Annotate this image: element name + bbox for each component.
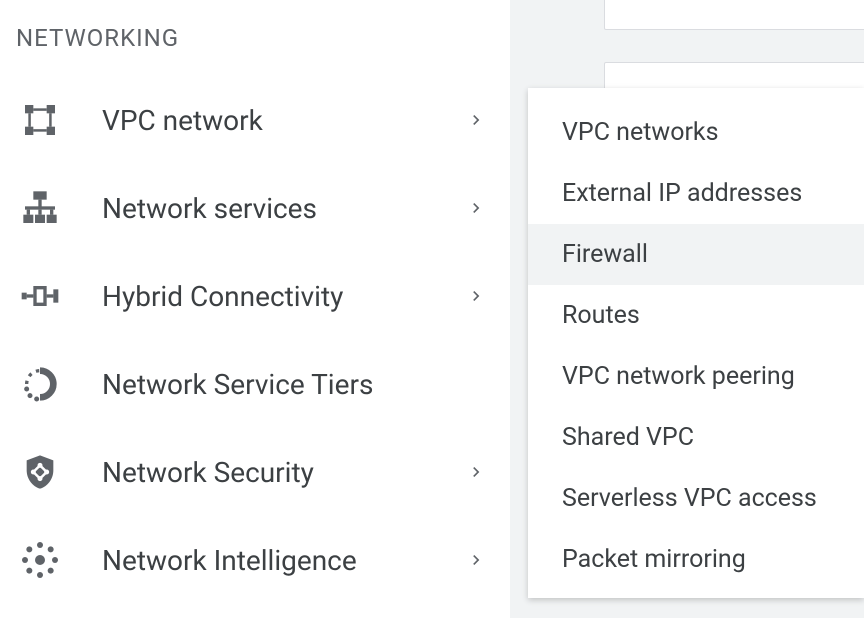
network-service-tiers-icon [18,362,62,406]
network-security-icon [18,450,62,494]
chevron-right-icon [462,106,490,134]
sidebar-item-label: Network Intelligence [102,544,462,577]
sidebar: NETWORKING VPC network Network services [0,0,510,618]
sidebar-item-label: VPC network [102,104,462,137]
sidebar-item-label: Network Security [102,456,462,489]
flyout-item-shared-vpc[interactable]: Shared VPC [528,407,864,468]
flyout-item-vpc-network-peering[interactable]: VPC network peering [528,346,864,407]
flyout-item-packet-mirroring[interactable]: Packet mirroring [528,529,864,590]
sidebar-item-network-intelligence[interactable]: Network Intelligence [0,516,510,604]
sidebar-item-label: Network Service Tiers [102,368,490,401]
flyout-item-vpc-networks[interactable]: VPC networks [528,102,864,163]
sidebar-item-network-services[interactable]: Network services [0,164,510,252]
chevron-right-icon [462,546,490,574]
content-panel: VPC networks External IP addresses Firew… [510,0,864,618]
hybrid-connectivity-icon [18,274,62,318]
flyout-item-external-ip-addresses[interactable]: External IP addresses [528,163,864,224]
network-services-icon [18,186,62,230]
sidebar-item-network-security[interactable]: Network Security [0,428,510,516]
chevron-right-icon [462,282,490,310]
sidebar-item-hybrid-connectivity[interactable]: Hybrid Connectivity [0,252,510,340]
sidebar-item-vpc-network[interactable]: VPC network [0,76,510,164]
flyout-menu: VPC networks External IP addresses Firew… [528,88,864,598]
chevron-right-icon [462,458,490,486]
sidebar-item-label: Network services [102,192,462,225]
flyout-item-firewall[interactable]: Firewall [528,224,864,285]
chevron-right-icon [462,194,490,222]
network-intelligence-icon [18,538,62,582]
flyout-item-serverless-vpc-access[interactable]: Serverless VPC access [528,468,864,529]
section-header: NETWORKING [0,12,510,76]
vpc-network-icon [18,98,62,142]
navigation-container: NETWORKING VPC network Network services [0,0,864,618]
sidebar-item-label: Hybrid Connectivity [102,280,462,313]
sidebar-item-network-service-tiers[interactable]: Network Service Tiers [0,340,510,428]
flyout-item-routes[interactable]: Routes [528,285,864,346]
background-card [604,0,864,30]
